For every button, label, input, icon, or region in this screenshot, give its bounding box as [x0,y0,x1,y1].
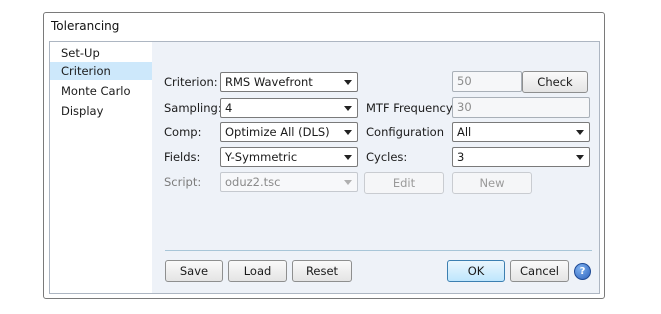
fields-select[interactable]: Y-Symmetric [220,147,358,167]
configuration-select[interactable]: All [452,122,590,142]
criterion-number-field[interactable]: 50 [452,71,522,92]
new-button[interactable]: New [452,172,532,194]
cycles-select[interactable]: 3 [452,147,590,167]
cycles-label: Cycles: [366,150,408,164]
criterion-label: Criterion: [164,75,218,89]
chevron-down-icon [344,155,352,160]
chevron-down-icon [344,106,352,111]
check-button[interactable]: Check [522,71,588,93]
comp-select[interactable]: Optimize All (DLS) [220,122,358,142]
chevron-down-icon [576,155,584,160]
comp-label: Comp: [164,125,202,139]
script-label: Script: [164,175,202,189]
criterion-select[interactable]: RMS Wavefront [220,72,358,92]
sampling-label: Sampling: [164,101,222,115]
footer-divider [165,250,592,251]
cancel-button[interactable]: Cancel [510,260,569,282]
sampling-value: 4 [225,101,233,115]
sidebar: Set-Up Criterion Monte Carlo Display [50,42,152,293]
edit-button[interactable]: Edit [364,172,444,194]
cycles-value: 3 [457,150,465,164]
sidebar-item-display[interactable]: Display [50,102,152,120]
sidebar-item-criterion[interactable]: Criterion [50,62,152,80]
configuration-value: All [457,125,472,139]
tolerancing-dialog: Tolerancing Set-Up Criterion Monte Carlo… [43,12,605,299]
ok-button[interactable]: OK [447,260,505,282]
mtf-frequency-label: MTF Frequency: [366,101,456,115]
chevron-down-icon [576,130,584,135]
criterion-panel: Criterion: RMS Wavefront 50 Check Sampli… [152,42,599,293]
script-select[interactable]: oduz2.tsc [220,172,358,192]
criterion-value: RMS Wavefront [225,75,313,89]
mtf-frequency-field[interactable]: 30 [452,97,590,118]
comp-value: Optimize All (DLS) [225,125,330,139]
save-button[interactable]: Save [165,260,223,282]
reset-button[interactable]: Reset [292,260,352,282]
sidebar-item-set-up[interactable]: Set-Up [50,44,152,62]
help-icon[interactable]: ? [574,263,591,280]
chevron-down-icon [344,80,352,85]
fields-label: Fields: [164,150,201,164]
dialog-body: Set-Up Criterion Monte Carlo Display Cri… [49,41,600,294]
dialog-title: Tolerancing [51,19,120,33]
configuration-label: Configuration [366,125,444,139]
load-button[interactable]: Load [228,260,287,282]
fields-value: Y-Symmetric [225,150,298,164]
chevron-down-icon [344,180,352,185]
sidebar-item-monte-carlo[interactable]: Monte Carlo [50,82,152,100]
chevron-down-icon [344,130,352,135]
sampling-select[interactable]: 4 [220,98,358,118]
script-value: oduz2.tsc [225,175,281,189]
